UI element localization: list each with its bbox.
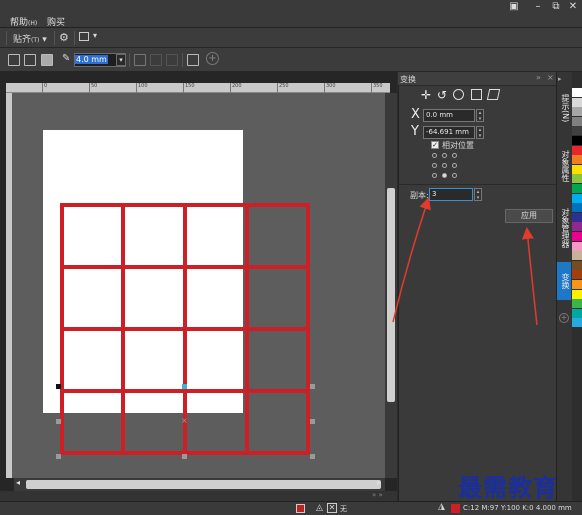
arrow-to-apply [521,227,538,326]
watermark: 最需教育 [458,473,558,502]
arrow-to-copies [392,197,431,323]
annotation-arrows [392,197,538,326]
